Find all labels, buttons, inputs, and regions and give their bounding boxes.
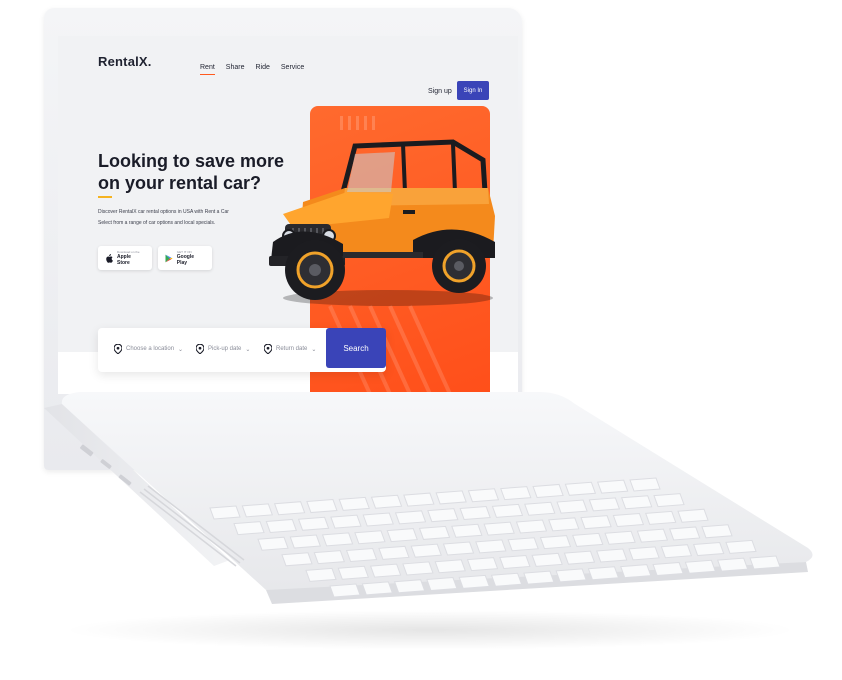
keyboard-key: [620, 564, 652, 579]
keyboard-key: [499, 554, 531, 570]
keyboard-key: [564, 481, 597, 496]
keyboard-key: [305, 567, 337, 582]
keyboard-key: [435, 490, 467, 505]
keyboard-key: [257, 536, 289, 551]
keyboard-key: [361, 581, 394, 596]
keyboard-key: [523, 570, 555, 585]
keyboard-key: [556, 499, 588, 514]
keyboard-key: [265, 518, 298, 533]
keyboard-key: [749, 555, 781, 570]
keyboard-key: [451, 523, 483, 538]
keyboard-key: [369, 563, 402, 578]
keyboard-key: [338, 496, 370, 511]
keyboard-key: [313, 550, 346, 565]
keyboard-key: [507, 537, 539, 552]
keyboard-key: [345, 547, 378, 563]
keyboard-key: [459, 505, 491, 521]
keyboard-key: [281, 552, 313, 567]
keyboard-key: [467, 488, 500, 503]
keyboard-key: [490, 572, 523, 587]
keyboard-key: [563, 550, 596, 565]
keyboard-key: [434, 559, 466, 574]
keyboard-key: [684, 559, 717, 574]
keyboard-key: [515, 519, 548, 534]
keyboard-key: [668, 526, 701, 541]
keyboard-key: [716, 557, 749, 572]
keyboard-key: [386, 528, 418, 543]
keyboard-key: [370, 494, 403, 509]
keyboard-key: [378, 545, 410, 560]
keyboard-key: [418, 525, 451, 540]
keyboard-key: [354, 530, 386, 545]
keyboard-key: [629, 477, 661, 492]
keyboard-key: [644, 510, 677, 525]
keyboard-key: [410, 543, 442, 558]
keyboard-key: [427, 508, 459, 523]
keyboard-key: [233, 521, 265, 536]
keyboard-key: [548, 517, 580, 532]
keyboard-key: [394, 510, 427, 525]
keyboard-key: [393, 579, 426, 594]
keyboard-key: [466, 557, 499, 572]
keyboard-key: [604, 530, 636, 545]
keyboard-key: [555, 568, 587, 583]
keyboard-key: [588, 497, 621, 512]
keyboard-key: [289, 534, 322, 549]
keyboard-key: [532, 483, 564, 498]
keyboard-key: [620, 495, 653, 510]
keyboard-key: [692, 542, 725, 557]
keyboard-key: [636, 528, 669, 543]
keyboard-key: [330, 514, 362, 529]
keyboard-key: [596, 479, 629, 494]
keyboard-key: [580, 515, 612, 530]
keyboard-key: [403, 492, 435, 507]
keyboard-key: [612, 512, 645, 528]
keyboard-key: [362, 512, 394, 527]
keyboard-key: [426, 577, 458, 592]
keyboard-key: [321, 532, 354, 547]
keyboard-key: [701, 524, 733, 539]
keyboard-key: [337, 565, 370, 580]
keyboard-key: [442, 541, 475, 556]
keyboard-key: [297, 516, 330, 531]
keyboard-key: [596, 548, 628, 563]
keyboard-key: [652, 561, 684, 576]
keyboard-key: [306, 499, 338, 514]
keyboard-key: [402, 561, 434, 576]
keyboard-key: [660, 544, 693, 559]
keyboard-key: [677, 508, 709, 523]
keyboard-key: [491, 503, 524, 518]
keyboard-key: [483, 521, 515, 536]
keyboard-key: [500, 486, 532, 501]
keyboard-key: [209, 505, 241, 520]
keyboard-key: [458, 574, 490, 589]
keyboard-key: [725, 539, 757, 554]
keyboard-key: [539, 535, 572, 550]
keyboard-key: [587, 566, 620, 581]
keyboard-key: [475, 539, 507, 554]
keyboard-key: [329, 583, 361, 598]
laptop-base: [44, 392, 813, 604]
keyboard-key: [653, 493, 685, 508]
keyboard-key: [273, 501, 306, 516]
keyboard-key: [628, 546, 660, 561]
keyboard-key: [531, 552, 563, 567]
keyboard-key: [524, 501, 556, 516]
keyboard-key: [572, 532, 604, 547]
keyboard-key: [241, 503, 274, 518]
